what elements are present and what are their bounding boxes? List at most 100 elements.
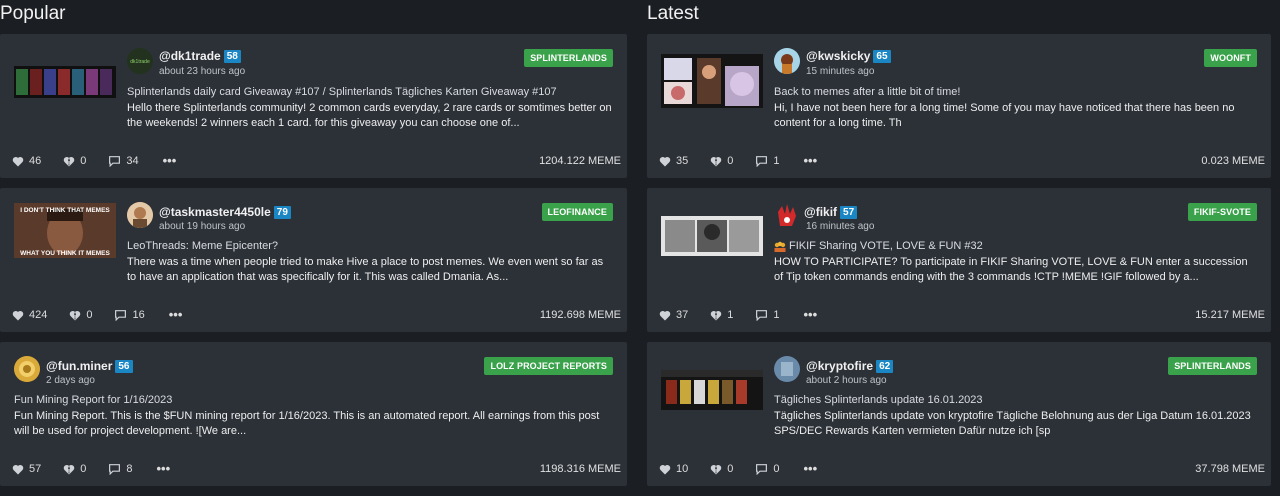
comments-button[interactable]: 1	[755, 309, 780, 321]
author-avatar[interactable]	[14, 356, 40, 382]
broken-heart-icon	[710, 156, 722, 166]
meme-value: 37.798 MEME	[1195, 463, 1265, 475]
like-button[interactable]: 35	[659, 155, 688, 167]
like-button[interactable]: 37	[659, 309, 688, 321]
post-thumbnail[interactable]	[661, 370, 763, 410]
comment-count: 1	[773, 309, 780, 321]
author-name[interactable]: @dk1trade	[159, 49, 221, 63]
post-time: 15 minutes ago	[806, 66, 875, 77]
dislike-button[interactable]: 0	[63, 463, 86, 475]
author-name[interactable]: @fikif	[804, 205, 837, 219]
like-button[interactable]: 57	[12, 463, 41, 475]
more-options-icon[interactable]: •••	[804, 308, 818, 321]
meme-bottom-text: WHAT YOU THINK IT MEMES	[20, 250, 110, 257]
meme-value: 1204.122 MEME	[539, 155, 621, 167]
community-tag[interactable]: LEOFINANCE	[541, 203, 613, 221]
author-avatar[interactable]	[774, 356, 800, 382]
post-title[interactable]: Fun Mining Report for 1/16/2023	[14, 393, 172, 407]
post-card[interactable]: dk1trade @dk1trade 58 about 23 hours ago …	[0, 34, 627, 178]
post-thumbnail[interactable]: I DON'T THINK THAT MEMES WHAT YOU THINK …	[14, 203, 116, 258]
post-thumbnail[interactable]	[661, 216, 763, 256]
dislike-button[interactable]: 0	[710, 155, 733, 167]
dislike-count: 0	[727, 463, 734, 475]
more-options-icon[interactable]: •••	[163, 154, 177, 167]
post-card[interactable]: @kryptofire 62 about 2 hours ago SPLINTER…	[647, 342, 1271, 486]
broken-heart-icon	[63, 156, 75, 166]
reputation-badge: 56	[115, 360, 133, 373]
post-excerpt[interactable]: HOW TO PARTICIPATE? To participate in FI…	[774, 255, 1258, 285]
comment-count: 0	[773, 463, 780, 475]
post-title[interactable]: Splinterlands daily card Giveaway #107 /…	[127, 85, 557, 99]
dislike-button[interactable]: 1	[710, 309, 733, 321]
author-name[interactable]: @fun.miner	[46, 359, 112, 373]
broken-heart-icon	[710, 310, 722, 320]
post-thumbnail[interactable]	[14, 66, 116, 98]
author-line[interactable]: @kwskicky 65	[806, 49, 891, 63]
more-options-icon[interactable]: •••	[804, 154, 818, 167]
author-line[interactable]: @kryptofire 62	[806, 359, 894, 373]
like-count: 57	[29, 463, 42, 475]
comments-button[interactable]: 1	[755, 155, 780, 167]
post-title-text: FIKIF Sharing VOTE, LOVE & FUN #32	[789, 240, 983, 252]
like-button[interactable]: 424	[12, 309, 47, 321]
comment-icon	[756, 464, 768, 475]
community-tag[interactable]: WOONFT	[1204, 49, 1257, 67]
author-name[interactable]: @kwskicky	[806, 49, 870, 63]
post-excerpt[interactable]: Fun Mining Report. This is the $FUN mini…	[14, 409, 614, 439]
comments-button[interactable]: 34	[108, 155, 139, 167]
dislike-button[interactable]: 0	[69, 309, 92, 321]
author-avatar[interactable]	[774, 48, 800, 74]
author-name[interactable]: @taskmaster4450le	[159, 205, 271, 219]
heart-icon	[12, 310, 24, 320]
author-line[interactable]: @fikif 57	[804, 205, 858, 219]
post-title[interactable]: FIKIF Sharing VOTE, LOVE & FUN #32	[774, 239, 983, 253]
more-options-icon[interactable]: •••	[157, 462, 171, 475]
post-excerpt[interactable]: Hi, I have not been here for a long time…	[774, 101, 1254, 131]
comment-icon	[756, 310, 768, 321]
latest-column: Latest @kwskicky 65 15 minutes ago WOONFT…	[647, 0, 1271, 496]
post-title[interactable]: Back to memes after a little bit of time…	[774, 85, 960, 99]
author-avatar[interactable]	[127, 202, 153, 228]
post-card[interactable]: @fikif 57 16 minutes ago FIKIF-SVOTE FIKI…	[647, 188, 1271, 332]
post-card[interactable]: @kwskicky 65 15 minutes ago WOONFT Back t…	[647, 34, 1271, 178]
dislike-button[interactable]: 0	[710, 463, 733, 475]
like-button[interactable]: 46	[12, 155, 41, 167]
community-tag[interactable]: LOLZ PROJECT REPORTS	[484, 357, 613, 375]
post-excerpt[interactable]: Tägliches Splinterlands update von krypt…	[774, 409, 1258, 439]
post-excerpt[interactable]: Hello there Splinterlands community! 2 c…	[127, 101, 617, 131]
post-card[interactable]: @fun.miner 56 2 days ago LOLZ PROJECT REP…	[0, 342, 627, 486]
reputation-badge: 79	[273, 206, 291, 219]
community-tag[interactable]: FIKIF-SVOTE	[1187, 203, 1257, 221]
meme-top-text: I DON'T THINK THAT MEMES	[20, 207, 110, 214]
author-line[interactable]: @taskmaster4450le 79	[159, 205, 291, 219]
comment-icon	[756, 156, 768, 167]
comments-button[interactable]: 8	[108, 463, 133, 475]
comments-button[interactable]: 0	[755, 463, 780, 475]
author-avatar[interactable]	[774, 202, 800, 228]
like-count: 10	[676, 463, 689, 475]
dislike-button[interactable]: 0	[63, 155, 86, 167]
post-card[interactable]: I DON'T THINK THAT MEMES WHAT YOU THINK …	[0, 188, 627, 332]
comments-button[interactable]: 16	[114, 309, 145, 321]
community-tag[interactable]: SPLINTERLANDS	[524, 49, 613, 67]
comment-count: 1	[773, 155, 780, 167]
comment-count: 16	[132, 309, 145, 321]
post-title[interactable]: Tägliches Splinterlands update 16.01.202…	[774, 393, 983, 407]
reputation-badge: 57	[840, 206, 858, 219]
meme-value: 1192.698 MEME	[539, 309, 621, 321]
author-line[interactable]: @fun.miner 56	[46, 359, 133, 373]
author-avatar[interactable]: dk1trade	[127, 48, 153, 74]
like-button[interactable]: 10	[659, 463, 688, 475]
more-options-icon[interactable]: •••	[169, 308, 183, 321]
post-time: 2 days ago	[46, 375, 95, 386]
more-options-icon[interactable]: •••	[804, 462, 818, 475]
author-name[interactable]: @kryptofire	[806, 359, 873, 373]
dislike-count: 0	[86, 309, 93, 321]
author-line[interactable]: @dk1trade 58	[159, 49, 241, 63]
community-tag[interactable]: SPLINTERLANDS	[1168, 357, 1257, 375]
heart-icon	[659, 310, 671, 320]
post-thumbnail[interactable]	[661, 54, 763, 108]
heart-icon	[12, 156, 24, 166]
post-excerpt[interactable]: There was a time when people tried to ma…	[127, 255, 607, 285]
post-title[interactable]: LeoThreads: Meme Epicenter?	[127, 239, 278, 253]
